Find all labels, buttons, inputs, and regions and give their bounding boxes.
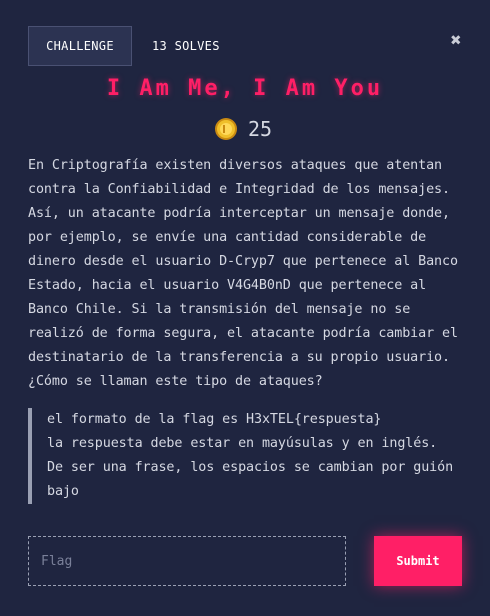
challenge-description: En Criptografía existen diversos ataques… xyxy=(28,158,458,389)
tab-solves[interactable]: 13 SOLVES xyxy=(152,26,220,66)
coin-icon xyxy=(215,118,237,140)
points-value: 25 xyxy=(248,117,273,141)
note-line: la respuesta debe estar en mayúsulas y e… xyxy=(47,436,438,451)
note-line: bajo xyxy=(47,484,79,499)
flag-input[interactable] xyxy=(28,536,346,586)
challenge-title: I Am Me, I Am You xyxy=(106,76,384,101)
note-line: De ser una frase, los espacios se cambia… xyxy=(47,460,454,475)
submit-button[interactable]: Submit xyxy=(374,536,462,586)
challenge-modal: CHALLENGE 13 SOLVES ✖ I Am Me, I Am You … xyxy=(0,0,490,616)
flag-format-note: el formato de la flag es H3xTEL{respuest… xyxy=(28,408,468,504)
close-icon[interactable]: ✖ xyxy=(446,31,466,51)
tab-challenge[interactable]: CHALLENGE xyxy=(28,26,132,66)
challenge-points: 25 xyxy=(214,116,272,142)
note-line: el formato de la flag es H3xTEL{respuest… xyxy=(47,412,382,427)
